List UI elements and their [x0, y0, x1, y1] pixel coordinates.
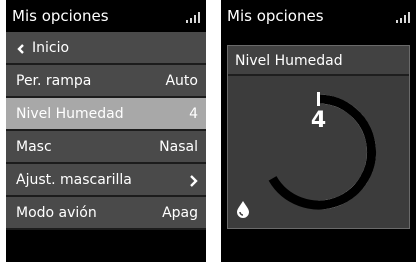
humidity-level-gauge[interactable]: [228, 76, 409, 228]
menu-item-value: Nasal: [159, 139, 198, 155]
options-menu: Inicio Per. rampa Auto Nivel Humedad 4 M…: [6, 32, 206, 230]
humidity-panel[interactable]: Nivel Humedad 4: [227, 45, 410, 229]
menu-item-label: Ajust. mascarilla: [16, 172, 132, 188]
menu-item-nivel-humedad[interactable]: Nivel Humedad 4: [6, 98, 206, 131]
chevron-right-icon: [190, 175, 198, 187]
menu-item-label: Inicio: [32, 40, 70, 56]
title-bar: Mis opciones: [221, 0, 416, 32]
menu-item-label: Modo avión: [16, 205, 97, 221]
menu-item-label: Per. rampa: [16, 73, 92, 89]
menu-item-value: 4: [189, 106, 198, 122]
menu-item-label: Masc: [16, 139, 52, 155]
menu-item-ajust-mascarilla[interactable]: Ajust. mascarilla: [6, 164, 206, 197]
menu-item-per-rampa[interactable]: Per. rampa Auto: [6, 65, 206, 98]
water-drop-icon: [237, 201, 249, 218]
signal-bars-icon: [186, 12, 200, 23]
panel-header: Nivel Humedad: [228, 46, 409, 76]
chevron-left-icon: [17, 44, 24, 54]
title-bar: Mis opciones: [6, 0, 206, 32]
signal-bars-icon: [396, 12, 410, 23]
menu-item-inicio[interactable]: Inicio: [6, 32, 206, 65]
menu-item-masc[interactable]: Masc Nasal: [6, 131, 206, 164]
menu-item-value: Apag: [162, 205, 198, 221]
options-menu-screen: Mis opciones Inicio Per. rampa Auto Nive…: [6, 0, 206, 262]
menu-item-label: Nivel Humedad: [16, 106, 124, 122]
humidity-level-value: 4: [310, 108, 327, 133]
screen-title: Mis opciones: [12, 7, 109, 25]
menu-item-modo-avion[interactable]: Modo avión Apag: [6, 197, 206, 230]
panel-title: Nivel Humedad: [235, 53, 343, 69]
stage: Mis opciones Inicio Per. rampa Auto Nive…: [0, 0, 416, 267]
menu-item-value: Auto: [165, 73, 198, 89]
humidity-level-screen: Mis opciones Nivel Humedad 4: [221, 0, 416, 262]
screen-title: Mis opciones: [227, 7, 324, 25]
